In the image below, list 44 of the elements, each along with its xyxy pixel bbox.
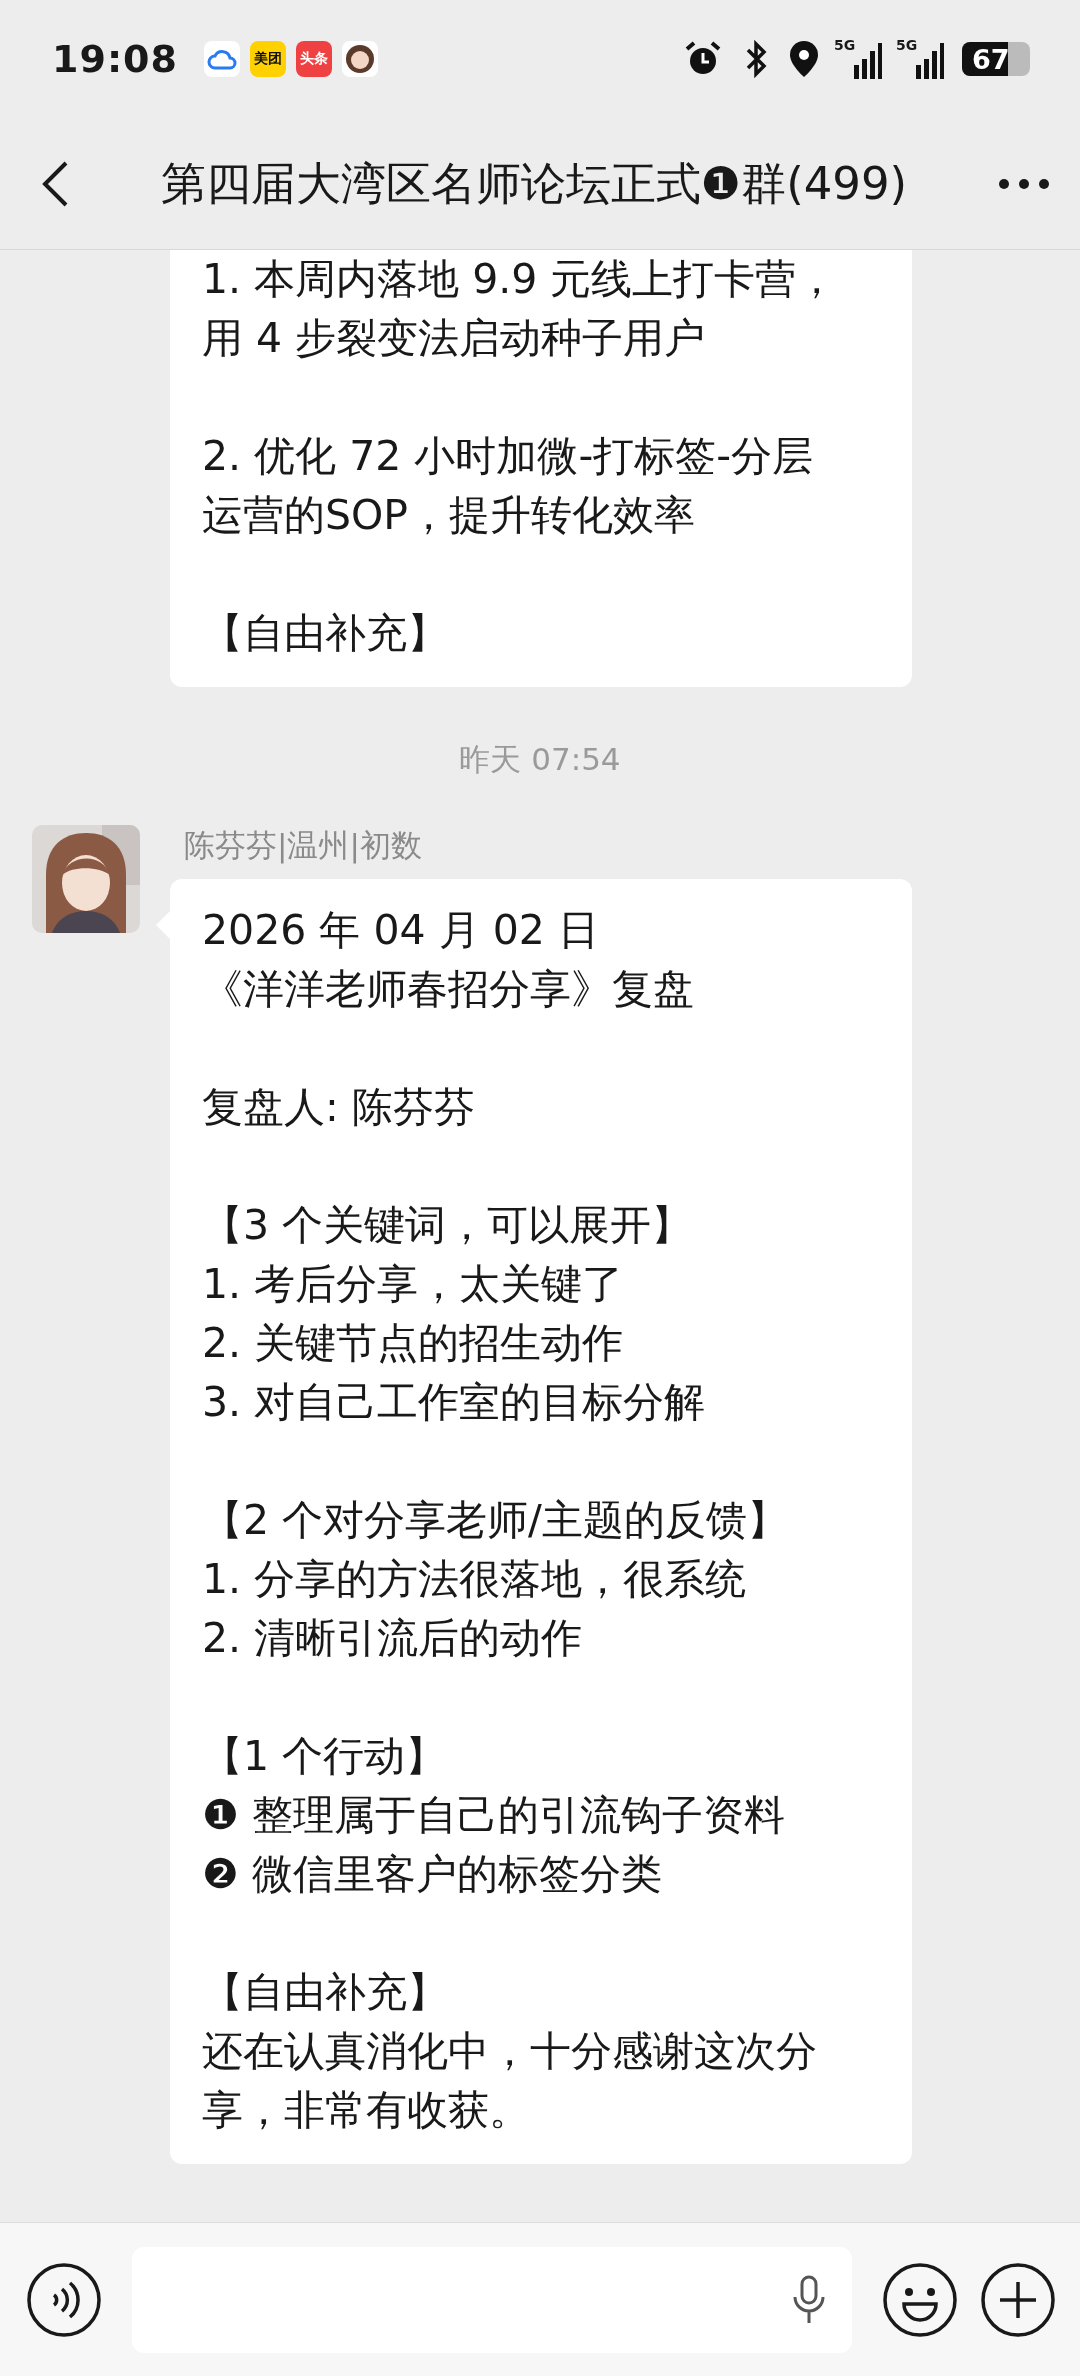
message-text: 2. 优化 72 小时加微-打标签-分层	[202, 431, 814, 482]
avatar-icon[interactable]	[32, 825, 140, 933]
microphone-icon[interactable]	[792, 2274, 826, 2325]
battery-level: 67	[971, 43, 1010, 75]
message-text: 【1 个行动】	[202, 1731, 448, 1782]
message-text: 用 4 步裂变法启动种子用户	[202, 313, 707, 364]
notification-badge: 头条	[295, 41, 332, 77]
message-text: 【2 个对分享老师/主题的反馈】	[202, 1495, 789, 1546]
message-text: 2. 清晰引流后的动作	[202, 1613, 584, 1664]
notification-badge: 美团	[249, 41, 286, 77]
timestamp: 昨天 07:54	[459, 740, 621, 779]
chat-title: 第四届大湾区名师论坛正式❶群(499)	[159, 155, 909, 212]
network-label: 5G	[834, 37, 856, 53]
add-icon[interactable]	[980, 2261, 1056, 2338]
message-text: 1. 考后分享，太关键了	[202, 1259, 625, 1310]
back-icon[interactable]	[40, 159, 70, 208]
message-text: 2026 年 04 月 02 日	[202, 905, 600, 956]
message-text: 1. 本周内落地 9.9 元线上打卡营，	[202, 254, 839, 305]
message-text: 【自由补充】	[202, 608, 449, 659]
message-text: 还在认真消化中，十分感谢这次分	[202, 2026, 818, 2077]
message-text: 2. 关键节点的招生动作	[202, 1318, 625, 1369]
message-text: 《洋洋老师春招分享》复盘	[202, 964, 695, 1015]
message-text: ❶ 整理属于自己的引流钩子资料	[202, 1790, 786, 1841]
status-time: 19:08	[52, 37, 178, 81]
sender-name: 陈芬芬|温州|初数	[184, 826, 423, 866]
more-icon[interactable]	[998, 177, 1050, 190]
cloud-icon	[206, 48, 237, 70]
bluetooth-icon	[744, 40, 768, 78]
message-text: ❷ 微信里客户的标签分类	[202, 1849, 663, 1900]
message-text: 1. 分享的方法很落地，很系统	[202, 1554, 748, 1605]
signal-icon	[854, 43, 882, 79]
message-input[interactable]	[132, 2246, 852, 2353]
message-text: 【自由补充】	[202, 1967, 449, 2018]
signal-icon	[916, 43, 944, 79]
location-icon	[788, 39, 820, 79]
message-text: 运营的SOP，提升转化效率	[202, 490, 697, 541]
message-text: 享，非常有收获。	[202, 2085, 531, 2136]
message-text: 【3 个关键词，可以展开】	[202, 1200, 694, 1251]
emoji-icon[interactable]	[882, 2261, 958, 2338]
avatar-icon	[344, 44, 375, 74]
message-text: 3. 对自己工作室的目标分解	[202, 1377, 707, 1428]
network-label: 5G	[896, 37, 918, 53]
voice-icon[interactable]	[26, 2261, 102, 2338]
message-text: 复盘人: 陈芬芬	[202, 1082, 476, 1133]
